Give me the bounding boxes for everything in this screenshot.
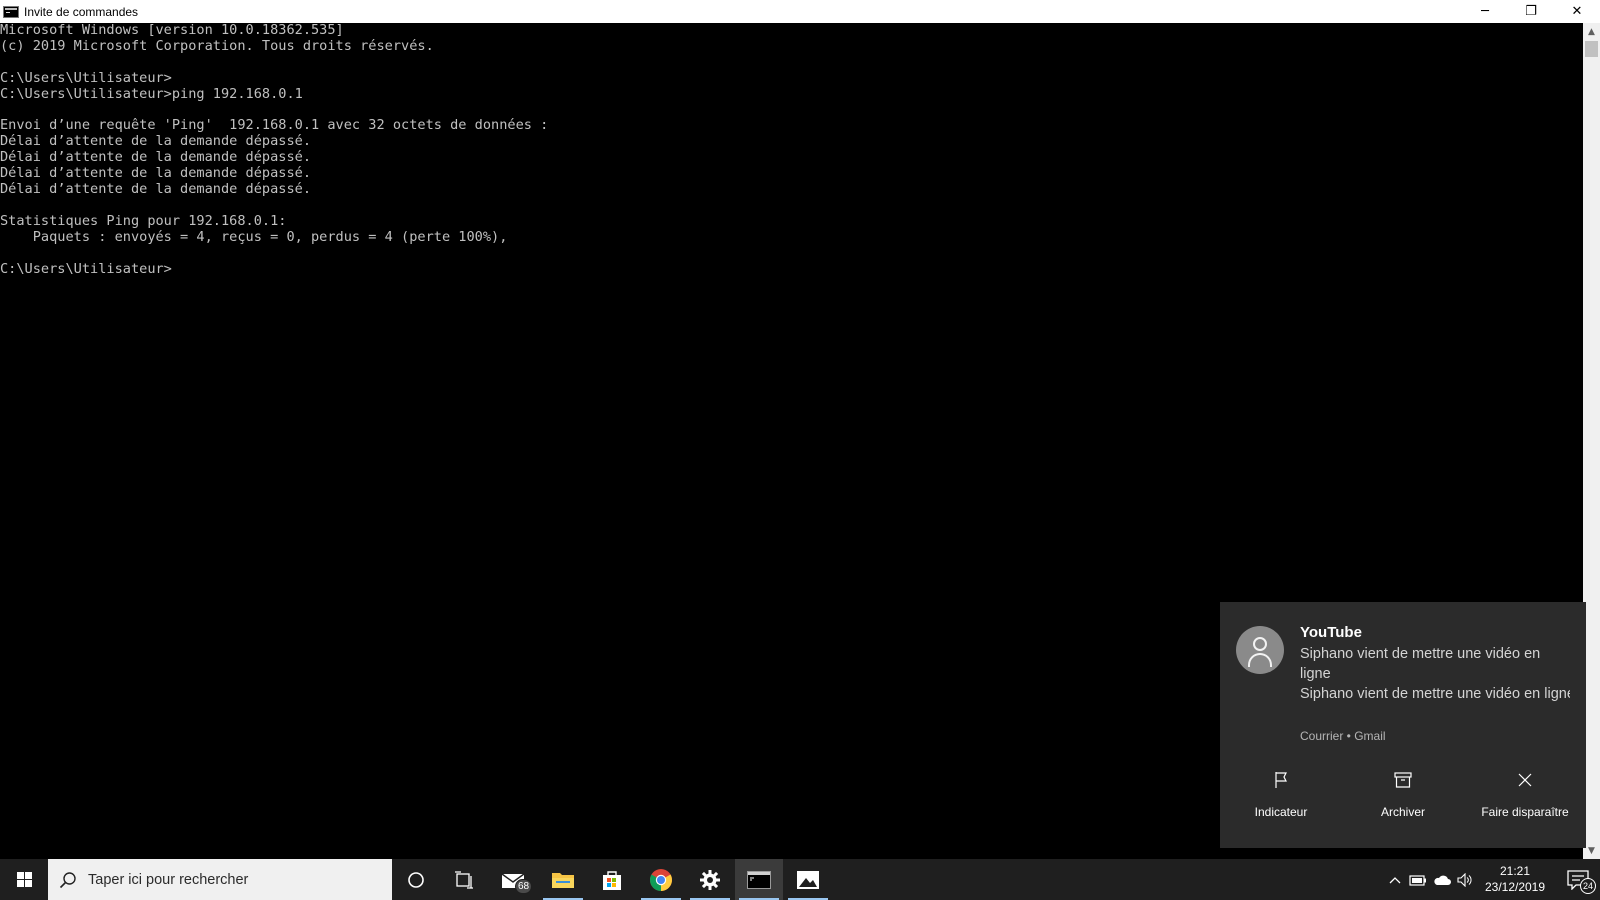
notification-line-2: Siphano vient de mettre une vidéo en lig… [1300,686,1570,702]
window-title: Invite de commandes [24,4,139,19]
cortana-icon [408,871,424,888]
chrome-button[interactable] [637,859,685,900]
cmd-taskbar-button[interactable] [735,859,783,900]
notification-toast[interactable]: YouTube Siphano vient de mettre une vidé… [1220,602,1586,848]
volume-button[interactable] [1454,859,1476,900]
dismiss-label: Faire disparaître [1481,805,1569,819]
archive-icon [1394,768,1412,792]
mail-app-button[interactable]: 68 [490,859,538,900]
photos-button[interactable] [784,859,832,900]
close-icon [1518,768,1532,792]
restore-button[interactable]: ❐ [1508,0,1554,23]
cloud-icon [1434,875,1451,885]
chrome-icon [650,868,672,891]
flag-icon [1273,768,1289,792]
dismiss-button[interactable]: Faire disparaître [1470,768,1580,828]
file-explorer-button[interactable] [539,859,587,900]
flag-button[interactable]: Indicateur [1226,768,1336,828]
show-hidden-icons-button[interactable] [1384,859,1406,900]
mail-badge: 68 [515,879,533,894]
windows-logo-icon [16,872,32,887]
notification-line-1: Siphano vient de mettre une vidéo en lig… [1300,646,1541,682]
start-button[interactable] [0,859,48,900]
notification-actions: Indicateur Archiver Faire disparaître [1220,768,1586,828]
store-icon [603,870,621,890]
store-button[interactable] [588,859,636,900]
chevron-up-icon [1389,876,1401,883]
taskbar: Taper ici pour rechercher 68 21:21 23/12… [0,859,1600,900]
photos-icon [797,870,819,889]
folder-icon [552,872,574,888]
search-icon [48,871,88,889]
settings-button[interactable] [686,859,734,900]
notification-count-badge: 24 [1580,878,1596,894]
battery-button[interactable] [1406,859,1430,900]
taskbar-search-box[interactable]: Taper ici pour rechercher [48,859,392,900]
scroll-thumb[interactable] [1585,41,1598,57]
gear-icon [700,869,720,890]
action-center-button[interactable]: 24 [1556,859,1600,900]
clock[interactable]: 21:21 23/12/2019 [1474,859,1556,900]
archive-label: Archiver [1380,805,1425,819]
close-button[interactable]: ✕ [1554,0,1600,23]
battery-icon [1409,874,1426,886]
speaker-icon [1457,872,1472,887]
notification-source: Courrier • Gmail [1300,729,1386,743]
clock-date: 23/12/2019 [1484,880,1546,894]
title-bar: Invite de commandes ─ ❐ ✕ [0,0,1600,23]
clock-time: 21:21 [1499,864,1531,878]
flag-label: Indicateur [1254,805,1308,819]
task-view-icon [455,870,473,889]
console-text: Microsoft Windows [version 10.0.18362.53… [0,23,549,277]
archive-button[interactable]: Archiver [1348,768,1458,828]
command-prompt-icon [747,870,771,889]
notification-title: YouTube [1300,624,1362,641]
task-view-button[interactable] [440,859,488,900]
minimize-button[interactable]: ─ [1462,0,1508,23]
cortana-button[interactable] [392,859,440,900]
scroll-up-arrow[interactable]: ▲ [1583,23,1600,40]
window-controls: ─ ❐ ✕ [1462,0,1600,23]
person-avatar-icon [1236,626,1284,674]
onedrive-button[interactable] [1430,859,1454,900]
search-placeholder: Taper ici pour rechercher [88,871,249,888]
cmd-app-icon [3,5,19,18]
